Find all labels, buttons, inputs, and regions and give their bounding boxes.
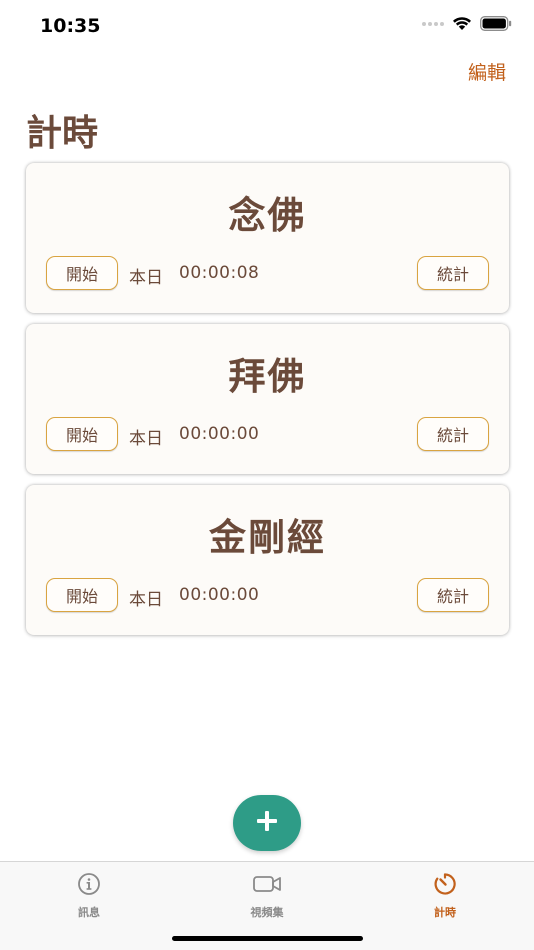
today-label: 本日 xyxy=(129,429,163,449)
timer-card-list: 念佛 開始 本日 00:00:08 統計 拜佛 開始 本日 00:00:00 統… xyxy=(26,163,509,646)
timer-name: 念佛 xyxy=(228,194,307,237)
home-indicator xyxy=(172,936,363,941)
timer-icon xyxy=(433,872,457,900)
cellular-signal-icon xyxy=(422,21,444,26)
start-button[interactable]: 開始 xyxy=(46,256,118,290)
stats-button[interactable]: 統計 xyxy=(417,417,489,451)
timer-name: 拜佛 xyxy=(228,355,307,398)
tab-info[interactable]: 訊息 xyxy=(29,872,149,920)
wifi-icon xyxy=(452,16,472,31)
timer-card: 金剛經 開始 本日 00:00:00 統計 xyxy=(26,485,509,635)
today-label: 本日 xyxy=(129,268,163,288)
today-time: 00:00:00 xyxy=(179,424,260,444)
tab-timer[interactable]: 計時 xyxy=(385,872,505,920)
tab-label: 計時 xyxy=(434,906,456,919)
status-icons xyxy=(422,16,512,31)
timer-card: 拜佛 開始 本日 00:00:00 統計 xyxy=(26,324,509,474)
info-icon xyxy=(77,872,101,900)
video-camera-icon xyxy=(252,872,282,900)
stats-button[interactable]: 統計 xyxy=(417,256,489,290)
today-label: 本日 xyxy=(129,590,163,610)
tab-label: 視頻集 xyxy=(250,906,284,919)
tab-video[interactable]: 視頻集 xyxy=(207,872,327,920)
stats-button[interactable]: 統計 xyxy=(417,578,489,612)
today-time: 00:00:08 xyxy=(179,263,260,283)
tab-label: 訊息 xyxy=(78,906,100,919)
status-bar: 10:35 xyxy=(0,0,534,52)
add-timer-button[interactable] xyxy=(233,795,301,851)
page-title: 計時 xyxy=(26,113,99,154)
status-time: 10:35 xyxy=(40,15,101,37)
edit-button[interactable]: 編輯 xyxy=(468,58,506,85)
plus-icon xyxy=(255,809,279,837)
start-button[interactable]: 開始 xyxy=(46,417,118,451)
timer-name: 金剛經 xyxy=(209,516,326,559)
start-button[interactable]: 開始 xyxy=(46,578,118,612)
timer-card: 念佛 開始 本日 00:00:08 統計 xyxy=(26,163,509,313)
today-time: 00:00:00 xyxy=(179,585,260,605)
battery-icon xyxy=(480,16,512,31)
